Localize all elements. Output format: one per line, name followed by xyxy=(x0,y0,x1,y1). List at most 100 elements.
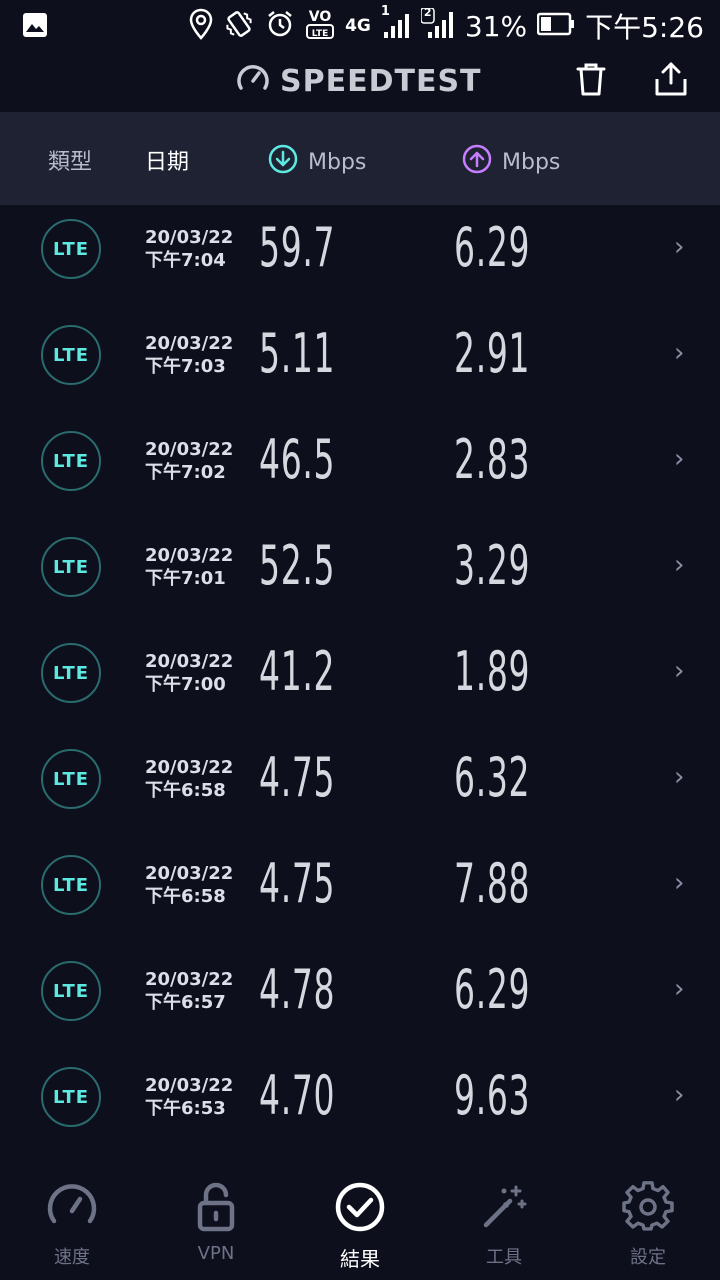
result-row[interactable]: LTE 20/03/22 下午6:57 4.78 6.29 › xyxy=(0,940,720,1046)
chevron-right-icon: › xyxy=(674,550,685,580)
result-datetime: 20/03/22 下午6:58 xyxy=(145,862,233,908)
chevron-right-icon: › xyxy=(674,338,685,368)
result-date: 20/03/22 xyxy=(145,969,234,990)
download-unit: Mbps xyxy=(308,149,367,175)
result-time: 下午6:57 xyxy=(145,992,226,1013)
result-time: 下午7:04 xyxy=(145,250,226,271)
result-row[interactable]: LTE 20/03/22 下午7:00 41.2 1.89 › xyxy=(0,622,720,728)
svg-text:VO: VO xyxy=(309,9,332,25)
upload-speed: 6.32 xyxy=(454,746,531,809)
chevron-right-icon: › xyxy=(674,974,685,1004)
column-header: 類型 日期 Mbps Mbps xyxy=(0,112,720,205)
download-speed: 46.5 xyxy=(259,428,336,491)
column-date[interactable]: 日期 xyxy=(145,144,189,176)
connection-type-badge: LTE xyxy=(41,961,101,1021)
result-row[interactable]: LTE 20/03/22 下午6:53 4.70 9.63 › xyxy=(0,1046,720,1152)
result-date: 20/03/22 xyxy=(145,545,234,566)
nav-tools[interactable]: 工具 xyxy=(444,1179,564,1269)
result-datetime: 20/03/22 下午7:03 xyxy=(145,332,233,378)
result-time: 下午7:03 xyxy=(145,356,226,377)
upload-speed: 7.88 xyxy=(454,852,531,915)
connection-type-badge: LTE xyxy=(41,431,101,491)
sim2-label: 2 xyxy=(423,6,432,19)
result-datetime: 20/03/22 下午7:02 xyxy=(145,438,233,484)
chevron-right-icon: › xyxy=(674,1080,685,1110)
app-title: SPEEDTEST xyxy=(280,63,482,99)
signal-sim1-icon: 1 xyxy=(381,4,411,44)
column-download[interactable]: Mbps xyxy=(268,144,366,180)
location-icon xyxy=(189,8,213,44)
nav-settings-label: 設定 xyxy=(630,1247,666,1268)
upload-speed: 1.89 xyxy=(454,640,531,703)
result-date: 20/03/22 xyxy=(145,227,234,248)
result-time: 下午7:00 xyxy=(145,674,226,695)
upload-arrow-icon xyxy=(462,144,492,180)
result-row[interactable]: LTE 20/03/22 下午7:04 59.7 6.29 › xyxy=(0,198,720,304)
connection-type-badge: LTE xyxy=(41,219,101,279)
result-datetime: 20/03/22 下午7:04 xyxy=(145,226,233,272)
connection-type-badge: LTE xyxy=(41,749,101,809)
chevron-right-icon: › xyxy=(674,444,685,474)
download-speed: 5.11 xyxy=(259,322,336,385)
download-speed: 4.75 xyxy=(259,852,336,915)
download-speed: 4.75 xyxy=(259,746,336,809)
app-logo: SPEEDTEST xyxy=(236,62,482,100)
result-date: 20/03/22 xyxy=(145,439,234,460)
result-row[interactable]: LTE 20/03/22 下午7:01 52.5 3.29 › xyxy=(0,516,720,622)
svg-text:LTE: LTE xyxy=(312,29,329,39)
chevron-right-icon: › xyxy=(674,232,685,262)
volte-icon: VO LTE xyxy=(305,7,335,45)
column-type[interactable]: 類型 xyxy=(48,144,92,176)
lock-icon xyxy=(156,1179,276,1235)
result-date: 20/03/22 xyxy=(145,1075,234,1096)
download-speed: 59.7 xyxy=(259,216,336,279)
result-datetime: 20/03/22 下午6:53 xyxy=(145,1074,233,1120)
upload-speed: 2.83 xyxy=(454,428,531,491)
result-date: 20/03/22 xyxy=(145,757,234,778)
result-date: 20/03/22 xyxy=(145,651,234,672)
speed-icon xyxy=(12,1179,132,1235)
download-speed: 52.5 xyxy=(259,534,336,597)
connection-type-badge: LTE xyxy=(41,1067,101,1127)
vibrate-icon xyxy=(223,8,255,44)
network-type: 4G xyxy=(345,16,371,36)
gallery-notification-icon xyxy=(22,12,48,42)
upload-speed: 2.91 xyxy=(454,322,531,385)
nav-speed-label: 速度 xyxy=(54,1247,90,1268)
nav-vpn[interactable]: VPN xyxy=(156,1179,276,1264)
result-row[interactable]: LTE 20/03/22 下午7:02 46.5 2.83 › xyxy=(0,410,720,516)
nav-results-label: 結果 xyxy=(340,1247,380,1271)
connection-type-badge: LTE xyxy=(41,537,101,597)
connection-type-badge: LTE xyxy=(41,855,101,915)
result-row[interactable]: LTE 20/03/22 下午7:03 5.11 2.91 › xyxy=(0,304,720,410)
battery-icon xyxy=(536,12,575,40)
upload-speed: 6.29 xyxy=(454,958,531,1021)
result-time: 下午7:01 xyxy=(145,568,226,589)
speedometer-icon xyxy=(236,62,270,100)
share-button[interactable] xyxy=(648,58,694,104)
result-datetime: 20/03/22 下午6:58 xyxy=(145,756,233,802)
result-date: 20/03/22 xyxy=(145,333,234,354)
download-speed: 4.78 xyxy=(259,958,336,1021)
upload-speed: 3.29 xyxy=(454,534,531,597)
nav-speed[interactable]: 速度 xyxy=(12,1179,132,1269)
delete-button[interactable] xyxy=(568,58,614,104)
signal-sim2-icon: 2 xyxy=(420,6,455,44)
upload-unit: Mbps xyxy=(502,149,561,175)
download-arrow-icon xyxy=(268,144,298,180)
app-bar: SPEEDTEST xyxy=(0,50,720,112)
nav-settings[interactable]: 設定 xyxy=(588,1179,708,1269)
result-time: 下午6:58 xyxy=(145,886,226,907)
nav-results[interactable]: 結果 xyxy=(300,1179,420,1272)
nav-tools-label: 工具 xyxy=(486,1247,522,1268)
alarm-icon xyxy=(265,9,295,43)
gear-icon xyxy=(588,1179,708,1235)
result-time: 下午7:02 xyxy=(145,462,226,483)
result-date: 20/03/22 xyxy=(145,863,234,884)
check-circle-icon xyxy=(300,1179,420,1235)
result-row[interactable]: LTE 20/03/22 下午6:58 4.75 6.32 › xyxy=(0,728,720,834)
column-upload[interactable]: Mbps xyxy=(462,144,560,180)
status-bar: VO LTE 4G 1 2 31% 下午5:26 xyxy=(0,0,720,50)
result-row[interactable]: LTE 20/03/22 下午6:58 4.75 7.88 › xyxy=(0,834,720,940)
nav-vpn-label: VPN xyxy=(197,1243,235,1264)
